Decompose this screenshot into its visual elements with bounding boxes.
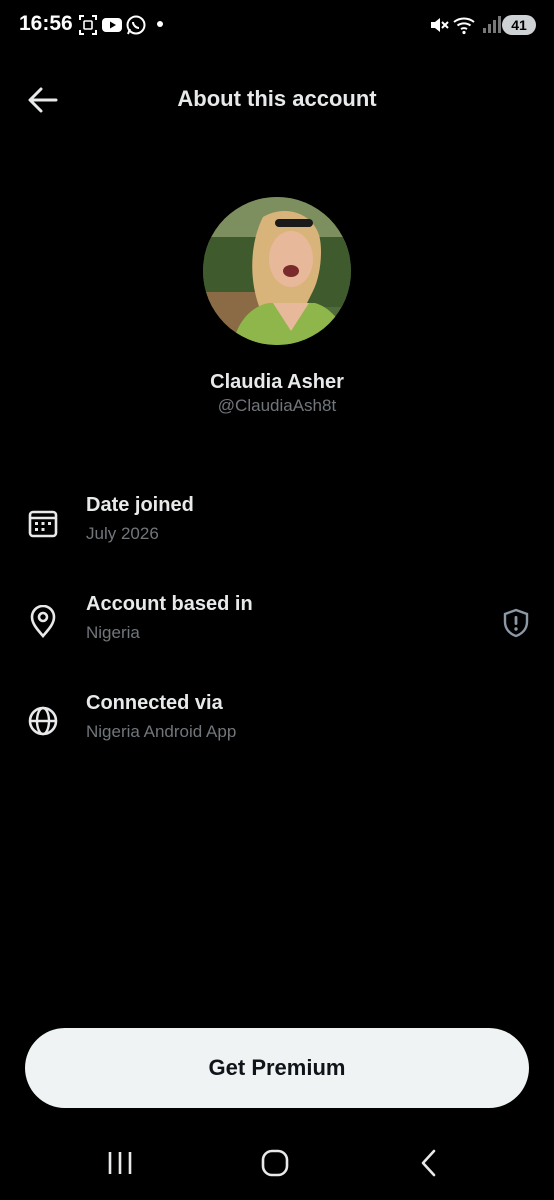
user-handle: @ClaudiaAsh8t	[217, 396, 337, 415]
calendar-icon	[28, 510, 58, 538]
display-name: Claudia Asher	[210, 371, 344, 393]
info-value: July 2026	[86, 524, 159, 543]
page-title: About this account	[177, 86, 377, 111]
info-value: Nigeria	[86, 623, 140, 642]
recent-apps-button[interactable]	[100, 1146, 140, 1180]
get-premium-button[interactable]: Get Premium	[25, 1028, 529, 1108]
system-nav-bar	[0, 1130, 554, 1200]
whatsapp-icon	[126, 15, 146, 35]
shield-alert-icon[interactable]	[500, 607, 532, 639]
header: About this account	[0, 70, 554, 128]
home-button[interactable]	[255, 1146, 295, 1180]
status-bar: 16:56 41	[0, 0, 554, 52]
info-value: Nigeria Android App	[86, 722, 237, 741]
globe-icon	[28, 706, 58, 736]
youtube-icon	[102, 18, 122, 32]
back-nav-button[interactable]	[410, 1146, 450, 1180]
location-pin-icon	[30, 605, 56, 638]
recent-apps-icon	[108, 1152, 132, 1174]
mute-icon	[431, 18, 449, 32]
profile-photo	[203, 197, 351, 345]
info-label: Date joined	[86, 494, 194, 516]
signal-icon	[483, 16, 501, 33]
dot-icon	[157, 21, 163, 27]
screenshot-icon	[79, 15, 97, 35]
avatar[interactable]	[203, 197, 351, 345]
info-row-account-based-in: Account based in Nigeria	[0, 593, 554, 663]
info-row-date-joined: Date joined July 2026	[0, 494, 554, 564]
info-row-connected-via: Connected via Nigeria Android App	[0, 692, 554, 762]
battery-icon: 41	[502, 15, 536, 35]
home-icon	[261, 1149, 289, 1177]
back-icon	[421, 1149, 436, 1177]
wifi-icon	[453, 17, 475, 35]
info-label: Account based in	[86, 593, 253, 615]
info-label: Connected via	[86, 692, 223, 714]
status-time: 16:56	[19, 12, 73, 35]
